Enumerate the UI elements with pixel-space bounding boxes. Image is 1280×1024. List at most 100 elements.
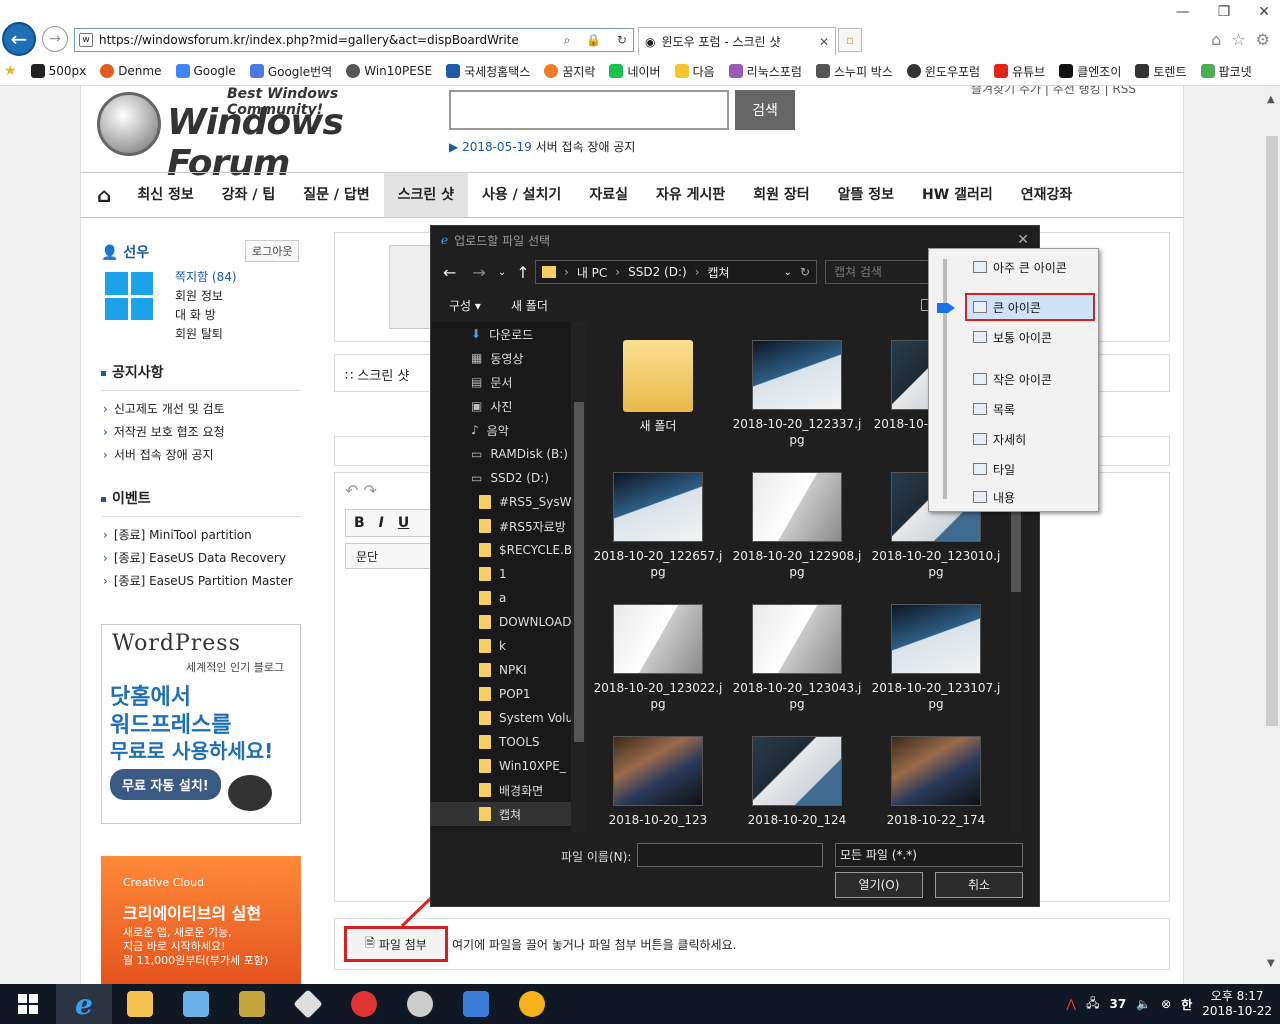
tree-item[interactable]: Win10XPE_ [431,754,587,778]
tree-scrollbar[interactable] [571,322,587,832]
browser-tab[interactable]: ◉ 윈도우 포럼 - 스크린 샷 ✕ [638,27,836,55]
fav-item[interactable]: 국세청홈택스 [446,63,530,80]
fav-item[interactable]: 팝코넷 [1200,63,1252,80]
nav-item[interactable]: 회원 장터 [739,173,823,217]
fav-item[interactable]: 네이버 [609,63,661,80]
event-link[interactable]: [종료] EaseUS Partition Master [101,569,301,592]
fav-item[interactable]: 유튜브 [994,63,1045,80]
path-segment[interactable]: 캡쳐 [708,264,730,281]
user-link[interactable]: 회원 정보 [175,287,237,306]
tree-item[interactable]: ▤ 문서 [431,370,587,394]
nav-item-active[interactable]: 스크린 샷 [383,173,469,217]
scroll-up-icon[interactable]: ▲ [1267,94,1275,105]
file-item[interactable]: 2018-10-20_123 [593,736,723,828]
address-url[interactable]: https://windowsforum.kr/index.php?mid=ga… [99,33,564,47]
notice-link[interactable]: 서버 접속 장애 공지 [101,443,301,466]
view-slider-thumb[interactable] [937,303,955,313]
notice-link[interactable]: 저작권 보호 협조 요청 [101,420,301,443]
up-arrow-icon[interactable]: ↑ [516,263,529,282]
nav-item[interactable]: 질문 / 답변 [289,173,383,217]
ime-indicator[interactable]: 한 [1181,996,1192,1013]
nav-item[interactable]: 알뜰 정보 [824,173,908,217]
taskbar-ie[interactable]: ℯ [56,984,112,1024]
user-link[interactable]: 대 화 방 [175,306,237,325]
address-bar[interactable]: w https://windowsforum.kr/index.php?mid=… [74,28,634,52]
user-link[interactable]: 쪽지함 (84) [175,268,237,287]
network-icon[interactable]: 🖧 [1086,994,1099,1015]
dialog-search-input[interactable]: 캡쳐 검색 [825,260,929,284]
fav-item[interactable]: 다음 [674,63,715,80]
taskbar-app-diamond[interactable] [280,984,336,1024]
tree-item[interactable]: POP1 [431,682,587,706]
file-item[interactable]: 2018-10-20_124 [732,736,862,828]
site-search-button[interactable]: 검색 [735,90,795,130]
tree-item[interactable]: #RS5_SysWO [431,490,587,514]
top-links[interactable]: 즐겨찾기 추가 | 추천 랭킹 | RSS [971,86,1136,97]
undo-redo-icons[interactable]: ↶ ↷ [345,481,377,500]
organize-button[interactable]: 구성 ▾ [449,297,481,314]
scroll-down-icon[interactable]: ▼ [1267,958,1275,969]
taskbar-explorer[interactable] [112,984,168,1024]
minimize-icon[interactable]: — [1176,4,1190,20]
nav-item[interactable]: 연재강좌 [1007,173,1087,217]
new-folder-button[interactable]: 새 폴더 [511,297,548,314]
taskbar-notepad[interactable] [168,984,224,1024]
close-tray-icon[interactable]: ⊗ [1161,997,1171,1011]
site-logo[interactable]: Best Windows Community! Windows Forum [97,86,417,184]
logout-button[interactable]: 로그아웃 [245,240,300,262]
nav-item[interactable]: 최신 정보 [123,173,207,217]
view-option[interactable]: 아주 큰 아이콘 [973,255,1067,279]
nav-item[interactable]: 자유 게시판 [642,173,739,217]
file-item[interactable]: 2018-10-22_174 [871,736,1001,828]
tree-item[interactable]: 1 [431,562,587,586]
user-link[interactable]: 회원 탈퇴 [175,325,237,344]
notice-link[interactable]: 신고제도 개선 및 검토 [101,397,301,420]
start-button[interactable] [0,984,56,1024]
tree-item[interactable]: DOWNLOAD [431,610,587,634]
taskbar-app-r[interactable] [224,984,280,1024]
recent-dropdown-icon[interactable]: ⌄ [498,267,506,278]
path-segment[interactable]: 내 PC [577,264,607,281]
back-button[interactable]: ← [2,22,36,56]
taskbar-app-screen[interactable] [448,984,504,1024]
fav-item[interactable]: 스누피 박스 [815,63,893,80]
bold-icon[interactable]: B [354,515,365,531]
ad-cta-button[interactable]: 무료 자동 설치! [110,769,221,800]
tree-item[interactable]: k [431,634,587,658]
path-dropdown-icon[interactable]: ⌄ [784,267,792,278]
tree-item[interactable]: ▦ 동영상 [431,346,587,370]
nav-item[interactable]: HW 갤러리 [908,173,1007,217]
fav-item[interactable]: 토렌트 [1135,63,1187,80]
restore-icon[interactable]: ❐ [1218,4,1231,20]
nav-item[interactable]: 자료실 [575,173,642,217]
tree-item[interactable]: 배경화면 [431,778,587,802]
tree-item[interactable]: $RECYCLE.BII [431,538,587,562]
filename-input[interactable] [637,843,823,867]
file-item[interactable]: 2018-10-20_123107.jpg [871,604,1001,712]
clock[interactable]: 오후 8:17 2018-10-22 [1202,989,1272,1019]
back-arrow-icon[interactable]: ← [443,263,456,282]
notice-line[interactable]: ▶ 2018-05-19 서버 접속 장애 공지 [449,138,635,155]
tray-arrow-icon[interactable]: ⋀ [1066,997,1076,1011]
view-option[interactable]: 목록 [973,397,1015,421]
event-link[interactable]: [종료] EaseUS Data Recovery [101,546,301,569]
view-option[interactable]: 내용 [973,485,1015,509]
tree-item[interactable]: NPKI [431,658,587,682]
tree-item[interactable]: a [431,586,587,610]
favorites-star-icon[interactable]: ★ [4,63,17,79]
tree-item[interactable]: ▭ RAMDisk (B:) [431,442,587,466]
settings-gear-icon[interactable]: ⚙ [1256,30,1270,49]
view-option[interactable]: 자세히 [973,427,1026,451]
view-option[interactable]: 작은 아이콘 [973,367,1052,391]
taskbar-app-colors[interactable] [336,984,392,1024]
italic-icon[interactable]: I [379,515,384,531]
fav-item[interactable]: 윈도우포럼 [906,63,980,80]
view-option-selected[interactable]: 큰 아이콘 [965,293,1095,321]
fav-item[interactable]: Win10PESE [346,64,432,78]
folder-item[interactable]: 새 폴더 [593,340,723,434]
fav-item[interactable]: 클엔조이 [1059,63,1121,80]
file-item[interactable]: 2018-10-20_123043.jpg [732,604,862,712]
fav-item[interactable]: Denme [100,64,162,78]
fav-item[interactable]: Google [175,64,236,78]
tree-item[interactable]: TOOLS [431,730,587,754]
